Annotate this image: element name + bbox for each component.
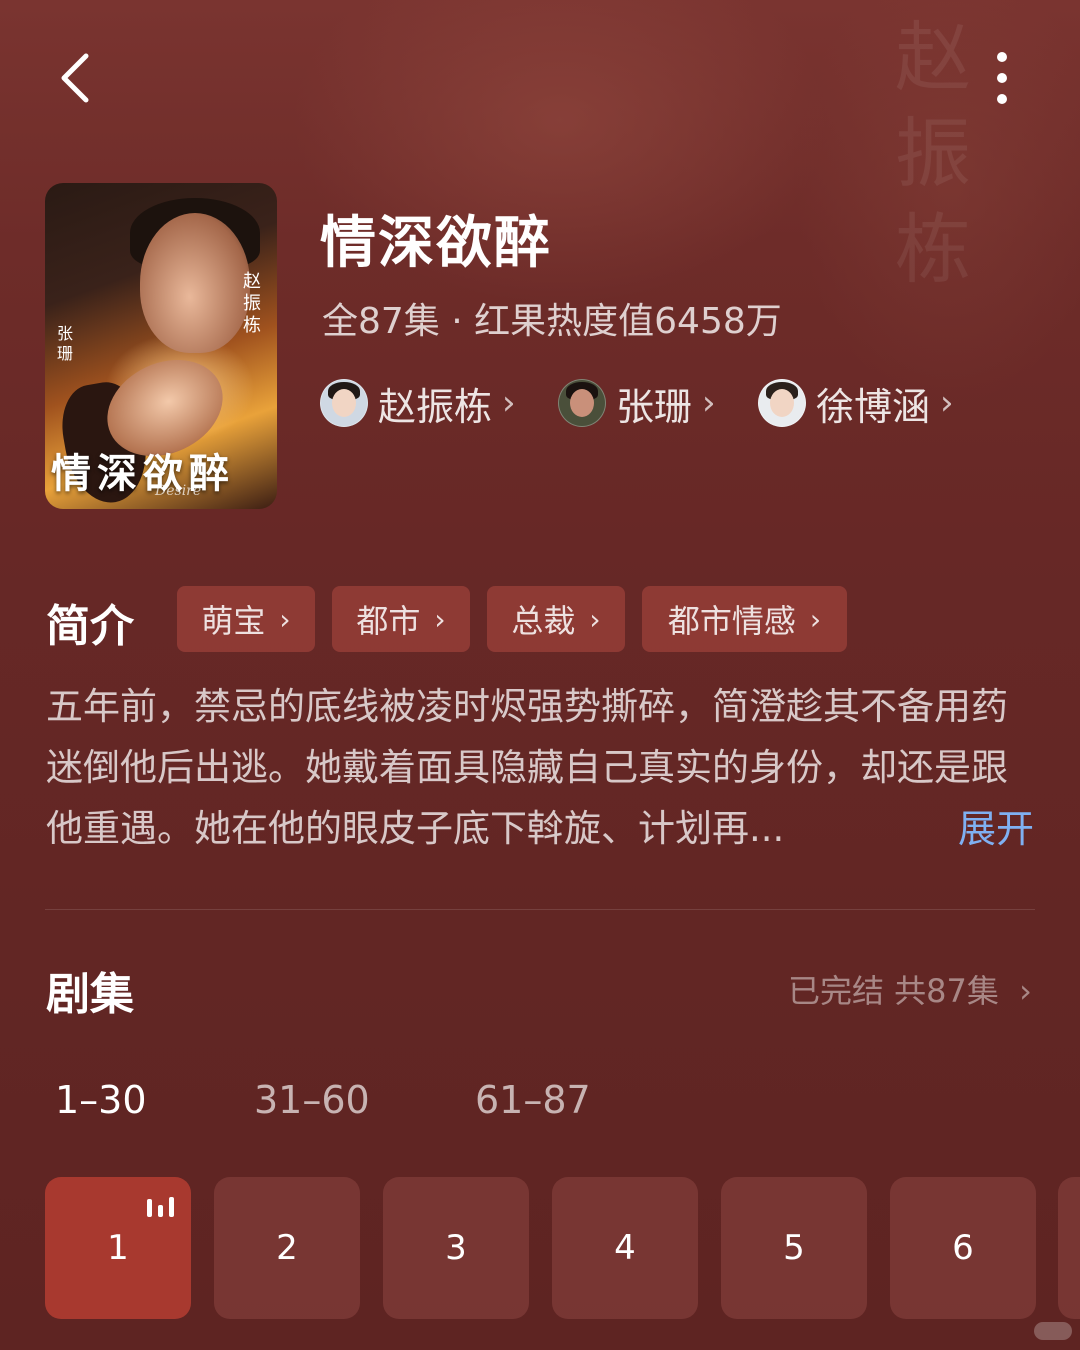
episode-number: 1 xyxy=(107,1228,129,1268)
range-tab[interactable]: 1–30 xyxy=(55,1078,147,1122)
back-button[interactable] xyxy=(52,48,108,108)
episodes-heading: 剧集 xyxy=(46,969,134,1020)
tag-label: 都市情感 xyxy=(667,602,796,640)
chevron-right-icon: › xyxy=(434,602,446,636)
cast-item[interactable]: 张珊 › xyxy=(558,378,716,429)
playing-indicator-icon xyxy=(147,1197,174,1217)
chevron-right-icon: › xyxy=(502,383,516,423)
tag-label: 萌宝 xyxy=(201,602,266,640)
poster-figure-man xyxy=(140,213,250,353)
tag-button[interactable]: 总裁 › xyxy=(487,586,625,652)
episode-number: 3 xyxy=(445,1228,467,1268)
cast-name: 张珊 xyxy=(616,384,693,429)
tag-label: 都市 xyxy=(356,602,421,640)
chevron-right-icon: › xyxy=(279,602,291,636)
episode-button-partial[interactable] xyxy=(1058,1177,1080,1319)
show-meta: 全87集 · 红果热度值6458万 xyxy=(322,301,782,342)
cast-item[interactable]: 徐博涵 › xyxy=(758,378,954,429)
tag-button[interactable]: 都市情感 › xyxy=(642,586,847,652)
episode-number: 2 xyxy=(276,1228,298,1268)
tag-label: 总裁 xyxy=(511,602,576,640)
episode-button[interactable]: 5 xyxy=(721,1177,867,1319)
episode-number: 5 xyxy=(783,1228,805,1268)
description-text: 五年前，禁忌的底线被凌时烬强势撕碎，简澄趁其不备用药迷倒他后出逃。她戴着面具隐藏… xyxy=(46,685,1008,850)
episode-button[interactable]: 3 xyxy=(383,1177,529,1319)
more-button[interactable] xyxy=(978,48,1026,108)
episodes-status-text: 已完结 共87集 xyxy=(788,972,999,1010)
avatar-icon xyxy=(320,379,368,427)
episode-button[interactable]: 6 xyxy=(890,1177,1036,1319)
avatar-icon xyxy=(758,379,806,427)
divider xyxy=(45,909,1035,910)
chevron-right-icon: › xyxy=(589,602,601,636)
cast-name: 赵振栋 xyxy=(378,384,493,429)
more-vertical-icon xyxy=(997,52,1007,104)
episode-button[interactable]: 4 xyxy=(552,1177,698,1319)
show-title: 情深欲醉 xyxy=(320,211,552,276)
background-poster-watermark: 赵振栋 xyxy=(895,13,971,294)
expand-link[interactable]: 展开 xyxy=(958,798,1034,853)
episode-button[interactable]: 2 xyxy=(214,1177,360,1319)
episodes-status-link[interactable]: 已完结 共87集 › xyxy=(788,966,1032,1012)
poster-cast-name: 张珊 xyxy=(54,325,73,365)
range-tab[interactable]: 31–60 xyxy=(254,1078,370,1122)
poster-image[interactable]: 赵振栋 张珊 情深欲醉 Desire xyxy=(45,183,277,509)
episode-number: 4 xyxy=(614,1228,636,1268)
episode-button[interactable]: 1 xyxy=(45,1177,191,1319)
chevron-right-icon: › xyxy=(702,383,716,423)
chevron-right-icon: › xyxy=(940,383,954,423)
watermark-badge xyxy=(1034,1322,1072,1340)
intro-heading: 简介 xyxy=(46,601,134,652)
tag-button[interactable]: 都市 › xyxy=(332,586,470,652)
poster-subtitle: Desire xyxy=(155,483,202,499)
tag-button[interactable]: 萌宝 › xyxy=(177,586,315,652)
range-tab[interactable]: 61–87 xyxy=(475,1078,591,1122)
chevron-right-icon: › xyxy=(809,602,822,636)
chevron-left-icon xyxy=(61,53,89,103)
cast-item[interactable]: 赵振栋 › xyxy=(320,378,516,429)
episode-number: 6 xyxy=(952,1228,974,1268)
chevron-right-icon: › xyxy=(1019,972,1032,1010)
poster-cast-name: 赵振栋 xyxy=(240,271,261,337)
avatar-icon xyxy=(558,379,606,427)
cast-name: 徐博涵 xyxy=(816,384,931,429)
